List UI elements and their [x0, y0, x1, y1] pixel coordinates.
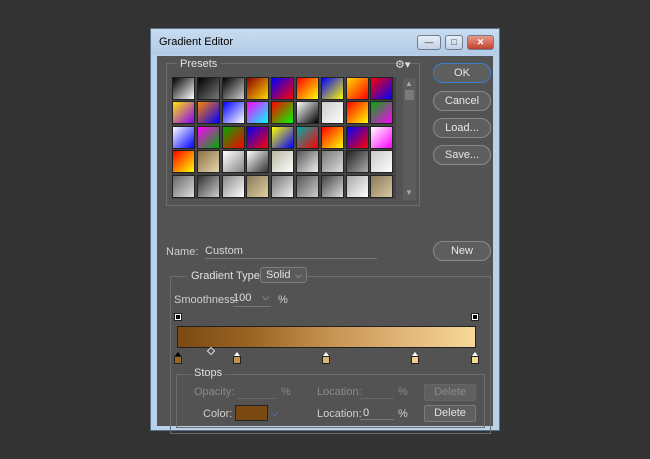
preset-swatch[interactable] — [296, 101, 319, 125]
opacity-stop-left[interactable] — [174, 313, 182, 323]
save-button[interactable]: Save... — [433, 145, 491, 165]
opacity-location-unit: % — [398, 386, 408, 398]
preset-swatch[interactable] — [345, 174, 369, 198]
title-bar[interactable]: Gradient Editor — □ ✕ — [151, 29, 499, 55]
opacity-location-label: Location: — [317, 386, 362, 398]
preset-swatch[interactable] — [345, 77, 369, 100]
preset-swatch[interactable] — [221, 77, 245, 100]
preset-swatch[interactable] — [320, 125, 344, 149]
ok-button[interactable]: OK — [433, 63, 491, 83]
preset-swatch[interactable] — [246, 125, 270, 149]
color-swatch[interactable] — [235, 405, 268, 421]
dialog-body: Presets ⚙▾ ▲ ▼ OK Cancel Load... Save...… — [157, 56, 493, 434]
color-location-unit: % — [398, 408, 408, 420]
color-stop[interactable] — [233, 352, 241, 364]
preset-swatch[interactable] — [320, 174, 344, 198]
scroll-up-icon[interactable]: ▲ — [405, 79, 414, 88]
preset-swatch[interactable] — [271, 125, 295, 149]
opacity-delete-button[interactable]: Delete — [424, 384, 476, 401]
minimize-button[interactable]: — — [417, 35, 441, 50]
preset-swatch[interactable] — [296, 125, 319, 149]
close-button[interactable]: ✕ — [467, 35, 494, 50]
preset-swatch[interactable] — [271, 174, 295, 198]
cancel-button[interactable]: Cancel — [433, 91, 491, 111]
preset-swatch[interactable] — [370, 174, 394, 198]
gear-icon[interactable]: ⚙▾ — [395, 58, 410, 71]
color-stop[interactable] — [174, 352, 182, 364]
name-input[interactable]: Custom — [205, 245, 377, 259]
preset-swatch[interactable] — [345, 125, 369, 149]
window-title: Gradient Editor — [159, 36, 233, 48]
preset-swatch[interactable] — [172, 125, 195, 149]
smoothness-label: Smoothness: — [174, 294, 239, 306]
chevron-down-icon[interactable]: ⌵ — [262, 292, 269, 303]
color-label: Color: — [203, 408, 233, 420]
color-location-input[interactable]: 0 — [360, 407, 394, 420]
preset-swatch[interactable] — [196, 125, 220, 149]
preset-swatch[interactable] — [172, 174, 195, 198]
opacity-stop-right[interactable] — [471, 313, 479, 323]
color-delete-button[interactable]: Delete — [424, 405, 476, 422]
preset-swatch[interactable] — [221, 174, 245, 198]
gradient-type-select[interactable]: Solid ⌵ — [260, 267, 307, 283]
stops-label: Stops — [191, 367, 226, 379]
gradient-editor-window: Gradient Editor — □ ✕ Presets ⚙▾ ▲ ▼ OK … — [150, 28, 500, 434]
color-stop[interactable] — [411, 352, 419, 364]
name-label: Name: — [166, 246, 199, 258]
scroll-down-icon[interactable]: ▼ — [405, 188, 414, 197]
preset-swatch[interactable] — [172, 77, 195, 100]
preset-swatch[interactable] — [196, 174, 220, 198]
preset-swatch[interactable] — [196, 150, 220, 174]
maximize-button[interactable]: □ — [445, 35, 463, 50]
color-stop[interactable] — [471, 352, 479, 364]
preset-swatch[interactable] — [246, 77, 270, 100]
preset-swatch[interactable] — [246, 101, 270, 125]
preset-swatch[interactable] — [296, 174, 319, 198]
preset-swatch[interactable] — [370, 125, 394, 149]
preset-swatch[interactable] — [320, 150, 344, 174]
preset-swatch[interactable] — [370, 150, 394, 174]
preset-swatch[interactable] — [296, 150, 319, 174]
preset-swatch-grid — [172, 77, 396, 199]
load-button[interactable]: Load... — [433, 118, 491, 138]
color-stop[interactable] — [322, 352, 330, 364]
preset-swatch[interactable] — [345, 150, 369, 174]
preset-swatch[interactable] — [271, 150, 295, 174]
preset-swatch[interactable] — [172, 150, 195, 174]
scroll-thumb[interactable] — [405, 90, 414, 100]
color-location-label: Location: — [317, 408, 362, 420]
new-button[interactable]: New — [433, 241, 491, 261]
preset-swatch[interactable] — [221, 125, 245, 149]
preset-swatch[interactable] — [246, 174, 270, 198]
gradient-type-value: Solid — [266, 269, 291, 281]
opacity-location-input[interactable] — [360, 386, 394, 399]
preset-swatch[interactable] — [370, 101, 394, 125]
preset-swatch[interactable] — [296, 77, 319, 100]
smoothness-input[interactable]: 100 ⌵ — [233, 292, 271, 307]
preset-swatch[interactable] — [345, 101, 369, 125]
preset-swatch[interactable] — [246, 150, 270, 174]
preset-swatch[interactable] — [271, 101, 295, 125]
presets-scrollbar[interactable]: ▲ ▼ — [403, 78, 416, 200]
preset-swatch[interactable] — [221, 101, 245, 125]
preset-swatch[interactable] — [320, 101, 344, 125]
smoothness-value: 100 — [233, 292, 252, 304]
preset-swatch[interactable] — [271, 77, 295, 100]
gradient-type-label: Gradient Type: — [187, 270, 267, 282]
chevron-down-icon: ⌵ — [295, 270, 302, 280]
preset-swatch[interactable] — [320, 77, 344, 100]
preset-swatch[interactable] — [172, 101, 195, 125]
opacity-unit: % — [281, 386, 291, 398]
chevron-down-icon[interactable]: ⌵ — [271, 408, 278, 419]
preset-swatch[interactable] — [196, 77, 220, 100]
presets-label: Presets — [177, 58, 221, 70]
preset-swatch[interactable] — [221, 150, 245, 174]
opacity-label: Opacity: — [194, 386, 235, 398]
opacity-input[interactable] — [237, 386, 277, 399]
preset-swatch[interactable] — [196, 101, 220, 125]
preset-swatch[interactable] — [370, 77, 394, 100]
gradient-bar[interactable] — [177, 326, 476, 348]
smoothness-unit: % — [278, 294, 288, 306]
